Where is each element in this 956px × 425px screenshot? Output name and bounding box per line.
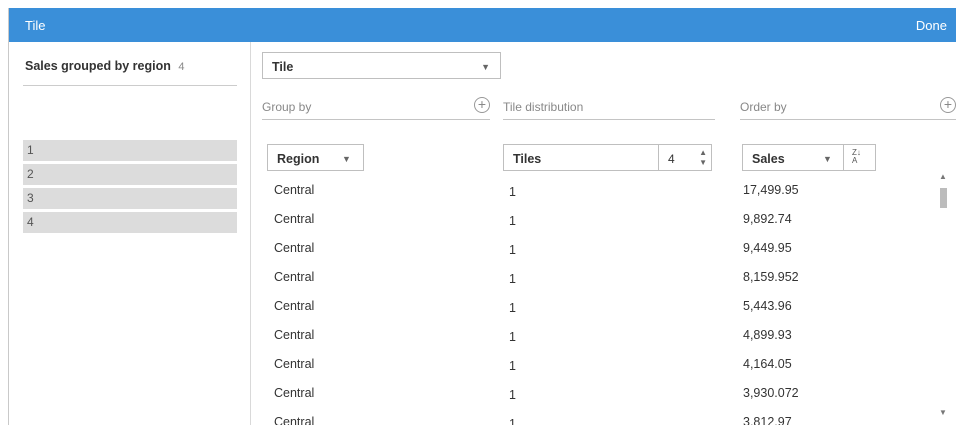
cell-region: Central bbox=[274, 386, 315, 400]
cell-tile: 1 bbox=[509, 214, 516, 228]
cell-region: Central bbox=[274, 270, 315, 284]
cell-region: Central bbox=[274, 212, 315, 226]
group-field-value: Region bbox=[277, 152, 320, 166]
scroll-up-icon[interactable]: ▲ bbox=[939, 172, 947, 181]
group-by-label: Group by bbox=[262, 100, 312, 114]
scroll-down-icon[interactable]: ▼ bbox=[939, 408, 947, 417]
tiles-field-value: Tiles bbox=[513, 152, 542, 166]
cell-sales: 4,164.05 bbox=[743, 357, 792, 371]
cell-sales: 5,443.96 bbox=[743, 299, 792, 313]
cell-sales: 17,499.95 bbox=[743, 183, 799, 197]
tile-item[interactable]: 2 bbox=[23, 164, 237, 185]
tile-dialog: Tile Done Sales grouped by region 4 1 2 … bbox=[8, 8, 956, 425]
cell-tile: 1 bbox=[509, 272, 516, 286]
add-group-icon[interactable]: + bbox=[474, 97, 490, 113]
panel-title-text: Sales grouped by region bbox=[25, 59, 171, 73]
cell-region: Central bbox=[274, 328, 315, 342]
dialog-header: Tile Done bbox=[9, 8, 956, 42]
panel-title: Sales grouped by region 4 bbox=[25, 59, 184, 73]
function-select-value: Tile bbox=[272, 60, 294, 74]
sort-z-a-icon[interactable]: Z↓ A bbox=[843, 144, 876, 171]
order-by-header: Order by + bbox=[740, 97, 956, 120]
tile-item[interactable]: 1 bbox=[23, 140, 237, 161]
main-panel: Tile ▼ Group by + Tile distribution Orde… bbox=[251, 42, 956, 425]
tiles-field[interactable]: Tiles bbox=[503, 144, 659, 171]
cell-region: Central bbox=[274, 299, 315, 313]
cell-sales: 9,892.74 bbox=[743, 212, 792, 226]
tile-distribution-header: Tile distribution bbox=[503, 100, 715, 120]
tile-distribution-label: Tile distribution bbox=[503, 100, 584, 114]
cell-tile: 1 bbox=[509, 417, 516, 425]
cell-sales: 3,812.97 bbox=[743, 415, 792, 425]
group-field-select[interactable]: Region ▼ bbox=[267, 144, 364, 171]
cell-tile: 1 bbox=[509, 301, 516, 315]
order-field-select[interactable]: Sales ▼ bbox=[742, 144, 844, 171]
function-select[interactable]: Tile ▼ bbox=[262, 52, 501, 79]
divider bbox=[23, 85, 237, 86]
caret-down-icon: ▼ bbox=[342, 154, 351, 164]
cell-region: Central bbox=[274, 183, 315, 197]
spinner-arrows-icon[interactable]: ▲ ▼ bbox=[699, 148, 707, 168]
done-button[interactable]: Done bbox=[916, 18, 947, 33]
vertical-scrollbar[interactable]: ▲ ▼ bbox=[935, 170, 951, 423]
cell-sales: 8,159.952 bbox=[743, 270, 799, 284]
tiles-count-stepper[interactable]: 4 ▲ ▼ bbox=[658, 144, 712, 171]
order-field-value: Sales bbox=[752, 152, 785, 166]
tile-item[interactable]: 4 bbox=[23, 212, 237, 233]
cell-tile: 1 bbox=[509, 330, 516, 344]
cell-tile: 1 bbox=[509, 243, 516, 257]
cell-region: Central bbox=[274, 415, 315, 425]
cell-region: Central bbox=[274, 357, 315, 371]
cell-region: Central bbox=[274, 241, 315, 255]
cell-sales: 9,449.95 bbox=[743, 241, 792, 255]
add-order-icon[interactable]: + bbox=[940, 97, 956, 113]
cell-tile: 1 bbox=[509, 359, 516, 373]
tile-list: 1 2 3 4 bbox=[23, 140, 237, 236]
sort-icon-bottom: A bbox=[852, 156, 858, 165]
caret-down-icon: ▼ bbox=[481, 62, 490, 72]
cell-tile: 1 bbox=[509, 388, 516, 402]
left-panel: Sales grouped by region 4 1 2 3 4 bbox=[9, 42, 251, 425]
tiles-count-value: 4 bbox=[668, 152, 675, 166]
scrollbar-thumb[interactable] bbox=[940, 188, 947, 208]
panel-count: 4 bbox=[178, 61, 185, 73]
order-by-label: Order by bbox=[740, 100, 787, 114]
cell-tile: 1 bbox=[509, 185, 516, 199]
tile-item[interactable]: 3 bbox=[23, 188, 237, 209]
cell-sales: 4,899.93 bbox=[743, 328, 792, 342]
dialog-title: Tile bbox=[25, 18, 46, 33]
cell-sales: 3,930.072 bbox=[743, 386, 799, 400]
caret-down-icon: ▼ bbox=[823, 154, 832, 164]
group-by-header: Group by + bbox=[262, 97, 490, 120]
